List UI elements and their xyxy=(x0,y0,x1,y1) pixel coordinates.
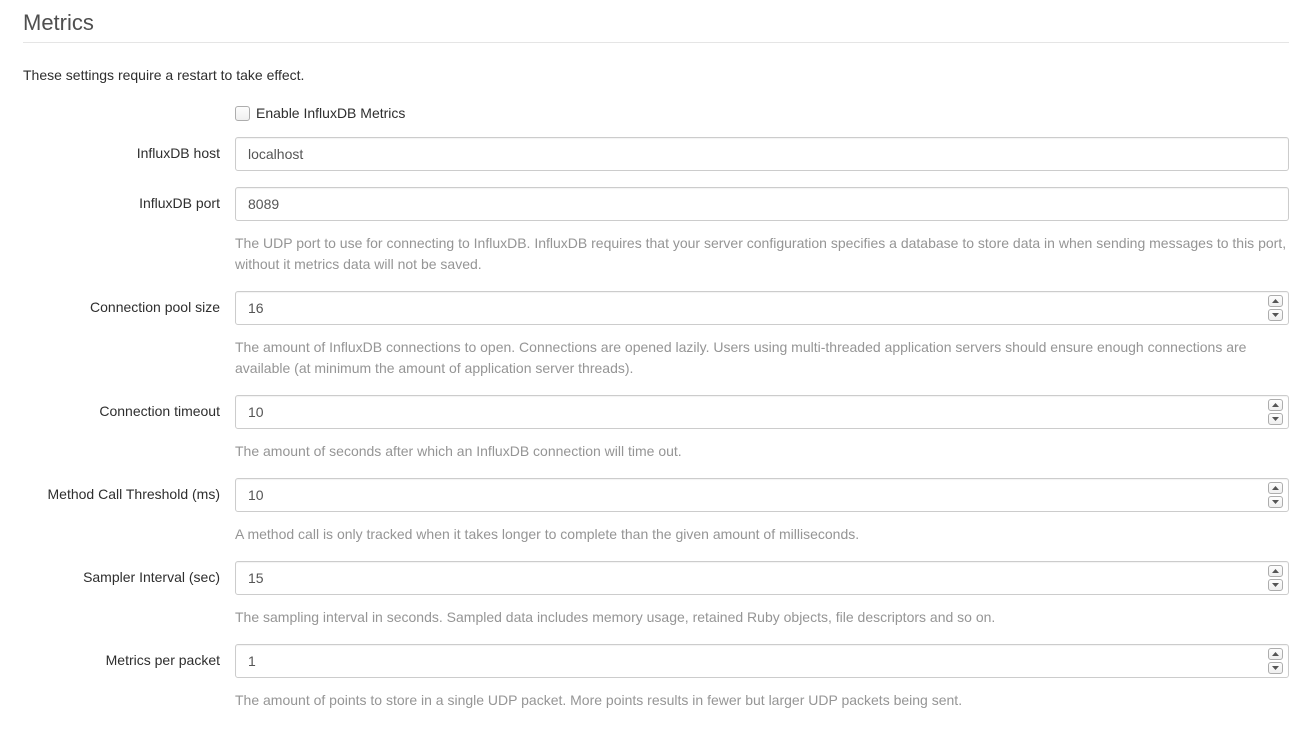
connection-pool-label: Connection pool size xyxy=(23,291,235,315)
step-down-icon[interactable] xyxy=(1268,496,1283,508)
influxdb-port-input[interactable] xyxy=(235,187,1289,221)
metrics-per-packet-help: The amount of points to store in a singl… xyxy=(235,690,1289,711)
step-down-icon[interactable] xyxy=(1268,309,1283,321)
influxdb-host-input[interactable] xyxy=(235,137,1289,171)
step-down-icon[interactable] xyxy=(1268,662,1283,674)
step-up-icon[interactable] xyxy=(1268,295,1283,307)
metrics-per-packet-label: Metrics per packet xyxy=(23,644,235,668)
step-up-icon[interactable] xyxy=(1268,565,1283,577)
influxdb-host-label: InfluxDB host xyxy=(23,137,235,161)
influxdb-port-label: InfluxDB port xyxy=(23,187,235,211)
step-up-icon[interactable] xyxy=(1268,399,1283,411)
method-threshold-input[interactable] xyxy=(235,478,1289,512)
step-up-icon[interactable] xyxy=(1268,482,1283,494)
connection-timeout-stepper[interactable] xyxy=(1268,399,1283,425)
sampler-interval-stepper[interactable] xyxy=(1268,565,1283,591)
sampler-interval-label: Sampler Interval (sec) xyxy=(23,561,235,585)
connection-timeout-label: Connection timeout xyxy=(23,395,235,419)
connection-pool-help: The amount of InfluxDB connections to op… xyxy=(235,337,1289,379)
enable-influxdb-checkbox[interactable] xyxy=(235,106,250,121)
section-title: Metrics xyxy=(23,10,1289,43)
step-down-icon[interactable] xyxy=(1268,579,1283,591)
influxdb-port-help: The UDP port to use for connecting to In… xyxy=(235,233,1289,275)
metrics-per-packet-stepper[interactable] xyxy=(1268,648,1283,674)
method-threshold-label: Method Call Threshold (ms) xyxy=(23,478,235,502)
method-threshold-help: A method call is only tracked when it ta… xyxy=(235,524,1289,545)
step-down-icon[interactable] xyxy=(1268,413,1283,425)
connection-timeout-help: The amount of seconds after which an Inf… xyxy=(235,441,1289,462)
metrics-per-packet-input[interactable] xyxy=(235,644,1289,678)
method-threshold-stepper[interactable] xyxy=(1268,482,1283,508)
connection-pool-stepper[interactable] xyxy=(1268,295,1283,321)
sampler-interval-input[interactable] xyxy=(235,561,1289,595)
section-restart-note: These settings require a restart to take… xyxy=(23,67,1289,83)
step-up-icon[interactable] xyxy=(1268,648,1283,660)
sampler-interval-help: The sampling interval in seconds. Sample… xyxy=(235,607,1289,628)
enable-influxdb-label: Enable InfluxDB Metrics xyxy=(256,105,405,121)
connection-pool-input[interactable] xyxy=(235,291,1289,325)
connection-timeout-input[interactable] xyxy=(235,395,1289,429)
